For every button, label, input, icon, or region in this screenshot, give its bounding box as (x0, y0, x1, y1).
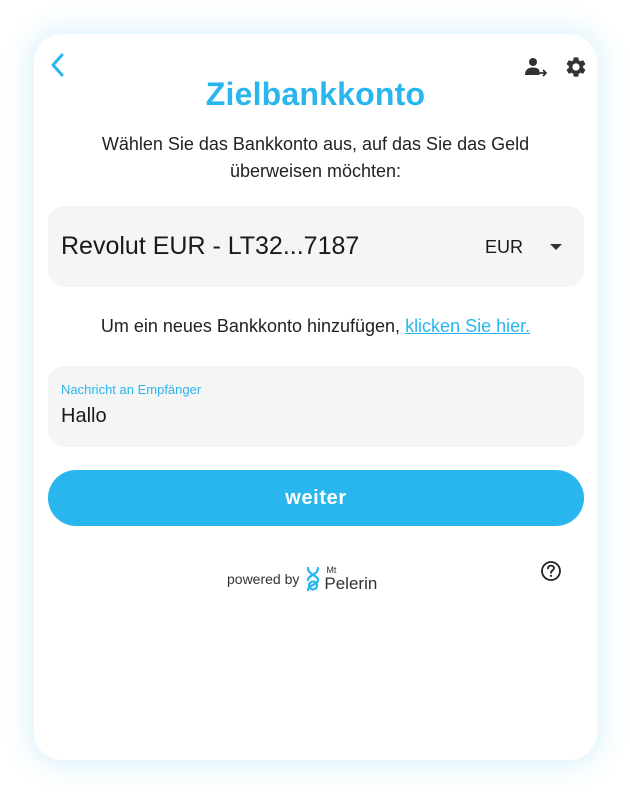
instruction-text: Wählen Sie das Bankkonto aus, auf das Si… (101, 134, 530, 181)
next-button[interactable]: weiter (48, 470, 584, 526)
message-field-label: Nachricht an Empfänger (61, 382, 202, 397)
back-button[interactable] (46, 52, 68, 78)
message-field[interactable]: Nachricht an Empfänger (48, 366, 584, 447)
main-card: Zielbankkonto Wählen Sie das Bankkonto a… (34, 34, 597, 760)
selected-account-label: Revolut EUR - LT32...7187 (61, 232, 360, 260)
add-account-link[interactable]: klicken Sie hier. (405, 316, 530, 336)
message-input[interactable] (61, 402, 561, 430)
add-account-line: Um ein neues Bankkonto hinzufügen, klick… (34, 316, 597, 337)
mt-pelerin-logo-icon (307, 566, 320, 592)
currency-label: EUR (485, 237, 524, 257)
page-title: Zielbankkonto (205, 76, 426, 112)
powered-by-text: powered by (227, 571, 300, 587)
bank-account-select[interactable]: Revolut EUR - LT32...7187 EUR (48, 206, 584, 287)
logo-main-text: Pelerin (324, 574, 378, 593)
back-arrow-icon (51, 53, 64, 77)
add-account-text: Um ein neues Bankkonto hinzufügen, (100, 316, 406, 336)
powered-by: powered by Mt Pelerin (227, 564, 378, 594)
help-circle-icon (541, 561, 561, 581)
mt-pelerin-logo: Mt Pelerin (305, 564, 378, 594)
help-button[interactable] (540, 560, 562, 582)
chevron-down-icon (550, 244, 562, 250)
